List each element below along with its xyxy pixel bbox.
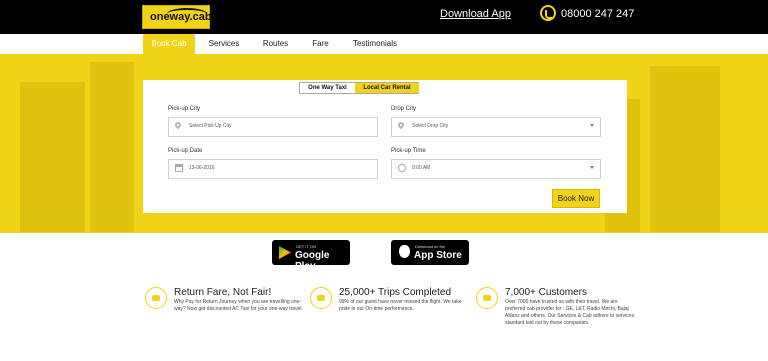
location-pin-icon bbox=[396, 120, 406, 130]
feature-title: 7,000+ Customers bbox=[505, 287, 587, 298]
google-play-big-text: Google Play bbox=[295, 250, 330, 272]
feature-title: 25,000+ Trips Completed bbox=[339, 287, 452, 298]
pickup-date-label: Pick-up Date bbox=[168, 148, 203, 154]
google-play-small-text: GET IT ON bbox=[296, 244, 316, 249]
background-building bbox=[20, 82, 85, 232]
logo-text: oneway.cab bbox=[150, 11, 212, 23]
feature-title: Return Fare, Not Fair! bbox=[174, 287, 272, 298]
pickup-time-field[interactable]: 9:00 AM bbox=[391, 159, 601, 179]
pickup-date-field[interactable]: 13-06-2016 bbox=[168, 159, 378, 179]
book-now-button[interactable]: Book Now bbox=[552, 189, 600, 208]
pickup-time-value: 9:00 AM bbox=[412, 165, 431, 171]
feature-text: Over 7000 have trusted us with their tra… bbox=[505, 299, 634, 326]
pickup-city-value: Select Pick Up City bbox=[189, 123, 232, 129]
taxi-icon bbox=[145, 287, 167, 309]
phone-number[interactable]: 08000 247 247 bbox=[561, 8, 634, 20]
apple-icon bbox=[399, 245, 410, 258]
pickup-date-value: 13-06-2016 bbox=[189, 165, 215, 171]
top-header: oneway.cab Download App 08000 247 247 bbox=[0, 0, 768, 34]
drop-city-label: Drop City bbox=[391, 106, 417, 112]
nav-item-fare[interactable]: Fare bbox=[302, 34, 339, 54]
background-building bbox=[650, 66, 720, 232]
chevron-down-icon bbox=[590, 166, 594, 169]
app-store-big-text: App Store bbox=[414, 250, 462, 261]
phone-icon bbox=[540, 5, 556, 21]
drop-city-value: Select Drop City bbox=[412, 123, 449, 129]
google-play-icon bbox=[279, 246, 291, 259]
pickup-city-field[interactable]: Select Pick Up City bbox=[168, 117, 378, 137]
pickup-city-label: Pick-up City bbox=[168, 106, 201, 112]
nav-item-book-cab[interactable]: Book Cab bbox=[143, 34, 195, 54]
booking-tabs: One Way Taxi Local Car Rental bbox=[299, 82, 419, 94]
feature-text: 99% of our guest have never missed the f… bbox=[339, 299, 462, 312]
nav-item-testimonials[interactable]: Testimonials bbox=[346, 34, 404, 54]
download-app-link[interactable]: Download App bbox=[440, 8, 511, 20]
nav-item-routes[interactable]: Routes bbox=[254, 34, 297, 54]
app-store-small-text: Download on the bbox=[415, 244, 446, 249]
feature-text: Why Pay for Return Journey when you are … bbox=[174, 299, 303, 312]
google-play-button[interactable]: GET IT ON Google Play bbox=[272, 240, 350, 272]
tab-local-car-rental[interactable]: Local Car Rental bbox=[355, 83, 419, 93]
chevron-down-icon bbox=[590, 124, 594, 127]
app-store-button[interactable]: Download on the App Store bbox=[391, 240, 469, 265]
clock-icon bbox=[398, 164, 406, 172]
main-navigation: Book Cab Services Routes Fare Testimonia… bbox=[0, 34, 768, 54]
nav-item-services[interactable]: Services bbox=[200, 34, 248, 54]
pickup-time-label: Pick-up Time bbox=[391, 148, 426, 154]
background-building bbox=[90, 62, 134, 232]
money-icon bbox=[476, 287, 498, 309]
oneway-cab-logo[interactable]: oneway.cab bbox=[142, 5, 212, 29]
tab-one-way-taxi[interactable]: One Way Taxi bbox=[300, 83, 355, 93]
thumbs-up-icon bbox=[310, 287, 332, 309]
location-pin-icon bbox=[173, 120, 183, 130]
drop-city-field[interactable]: Select Drop City bbox=[391, 117, 601, 137]
calendar-icon bbox=[175, 164, 183, 172]
